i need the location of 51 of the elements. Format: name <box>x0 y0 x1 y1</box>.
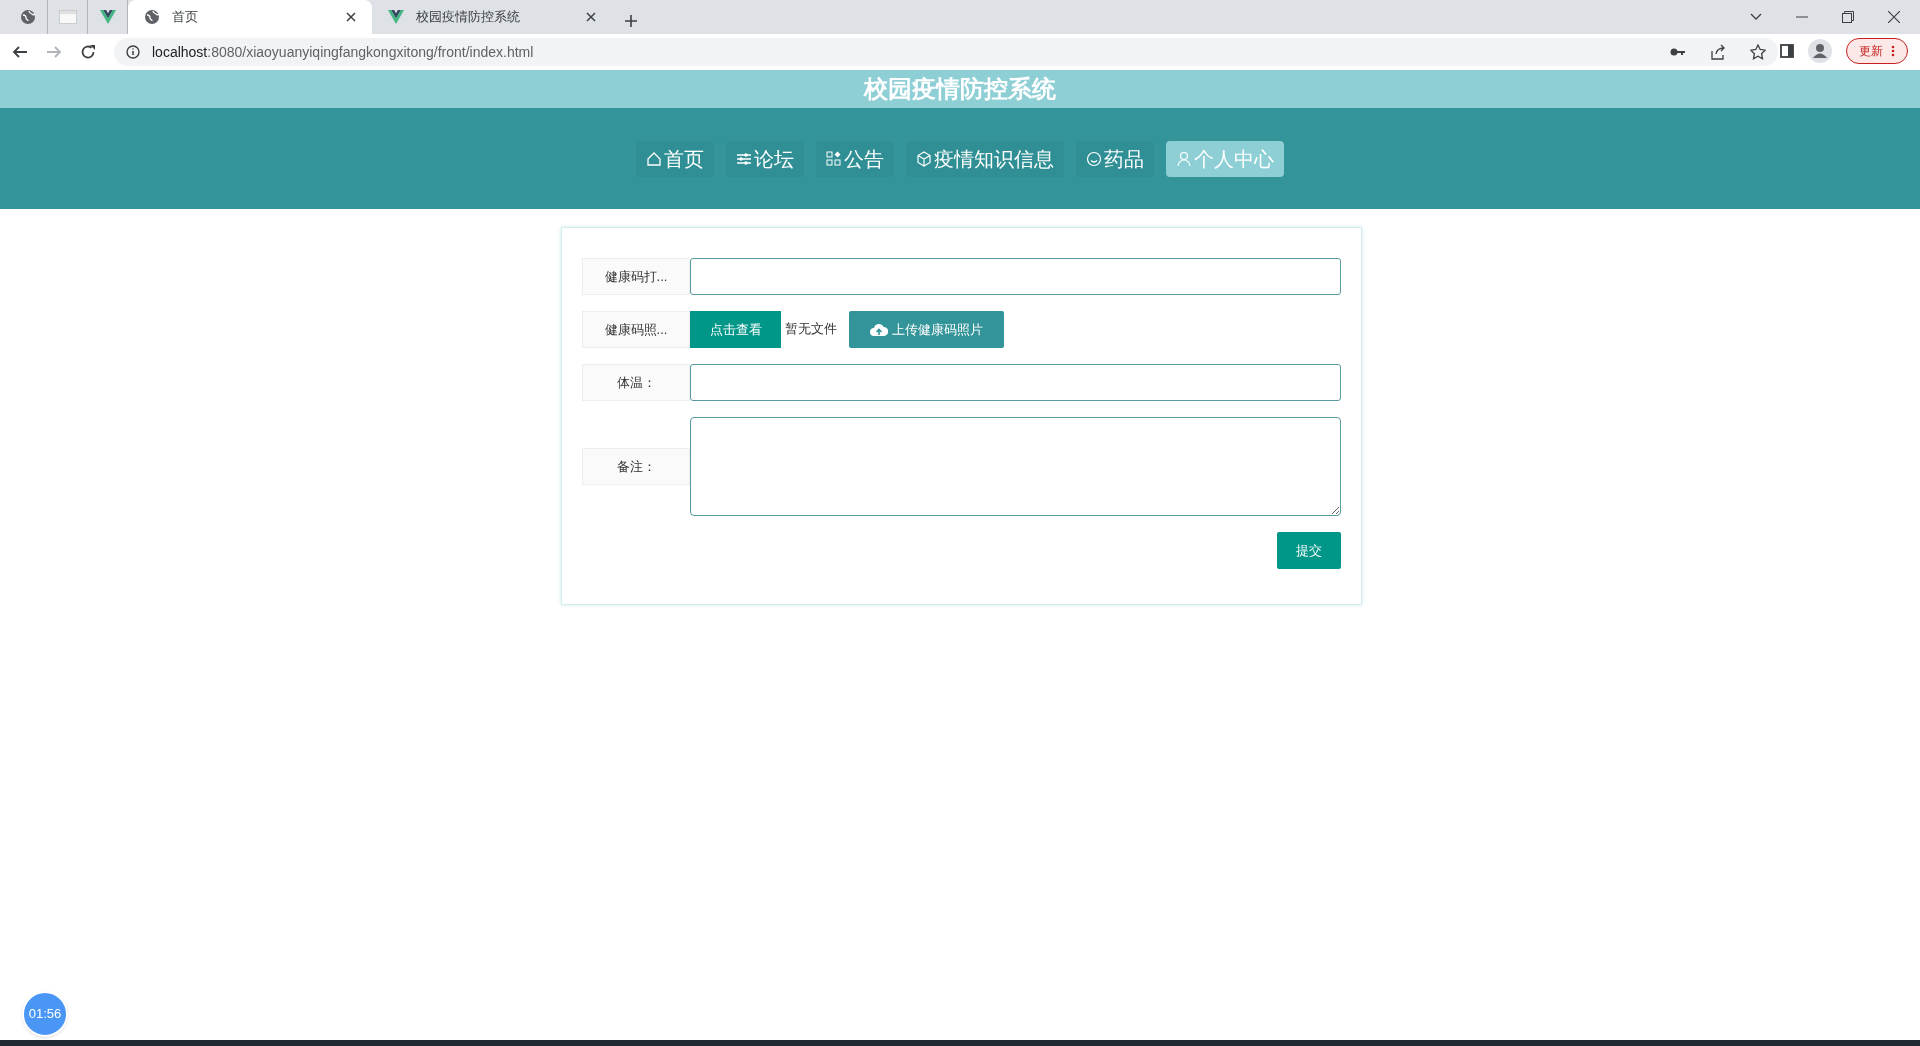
nav-item[interactable]: 公告 <box>816 141 894 177</box>
new-tab-icon[interactable] <box>624 14 638 28</box>
update-button[interactable]: 更新 <box>1846 38 1908 64</box>
submit-button[interactable]: 提交 <box>1277 532 1341 569</box>
upload-button[interactable]: 上传健康码照片 <box>849 311 1004 348</box>
chevron-down-icon[interactable] <box>1750 13 1762 21</box>
more-vertical-icon <box>1891 45 1895 57</box>
side-panel-icon[interactable] <box>1780 44 1794 58</box>
globe-icon <box>19 9 36 25</box>
input-field[interactable] <box>690 364 1341 401</box>
view-button[interactable]: 点击查看 <box>690 311 781 348</box>
grid-icon <box>826 151 842 167</box>
cube-icon <box>916 151 932 167</box>
key-icon[interactable] <box>1670 47 1686 57</box>
nav-item[interactable]: 首页 <box>636 141 714 177</box>
user-icon <box>1176 151 1192 167</box>
nav-item[interactable]: 药品 <box>1076 141 1154 177</box>
field-label: 备注： <box>582 448 690 485</box>
site-title: 校园疫情防控系统 <box>864 74 1056 104</box>
address-bar[interactable]: localhost:8080/xiaoyuanyiqingfangkongxitong/front/index.html <box>114 38 1778 66</box>
nav-item[interactable]: 论坛 <box>726 141 804 177</box>
globe-icon <box>144 9 160 25</box>
remarks-textarea[interactable] <box>690 417 1341 516</box>
star-icon[interactable] <box>1750 44 1766 60</box>
restore-icon[interactable] <box>1842 11 1854 23</box>
field-label: 健康码照... <box>582 311 690 348</box>
back-icon[interactable] <box>12 44 28 60</box>
info-icon <box>126 45 140 59</box>
file-status: 暂无文件 <box>785 320 837 338</box>
browser-tab[interactable]: 首页 <box>128 0 372 34</box>
close-icon[interactable] <box>586 12 596 22</box>
share-icon[interactable] <box>1710 44 1726 60</box>
reload-icon[interactable] <box>80 44 96 60</box>
profile-avatar-icon[interactable] <box>1808 39 1832 63</box>
tab-title: 校园疫情防控系统 <box>416 8 521 27</box>
field-label: 体温： <box>582 364 690 401</box>
field-label: 健康码打... <box>582 258 690 295</box>
home-icon <box>646 151 662 167</box>
close-icon[interactable] <box>1888 11 1900 23</box>
input-field[interactable] <box>690 258 1341 295</box>
nav-item[interactable]: 疫情知识信息 <box>906 141 1064 177</box>
v-logo-icon <box>388 10 404 24</box>
sliders-icon <box>736 151 752 167</box>
v-logo-icon <box>99 10 116 24</box>
page-icon <box>58 10 77 24</box>
tab-title: 首页 <box>172 8 199 27</box>
cloud-upload-icon <box>870 322 888 337</box>
timer-badge: 01:56 <box>22 991 68 1037</box>
close-icon[interactable] <box>346 12 356 22</box>
smile-icon <box>1086 151 1102 167</box>
url-text: localhost:8080/xiaoyuanyiqingfangkongxitong/front/index.html <box>152 42 535 62</box>
